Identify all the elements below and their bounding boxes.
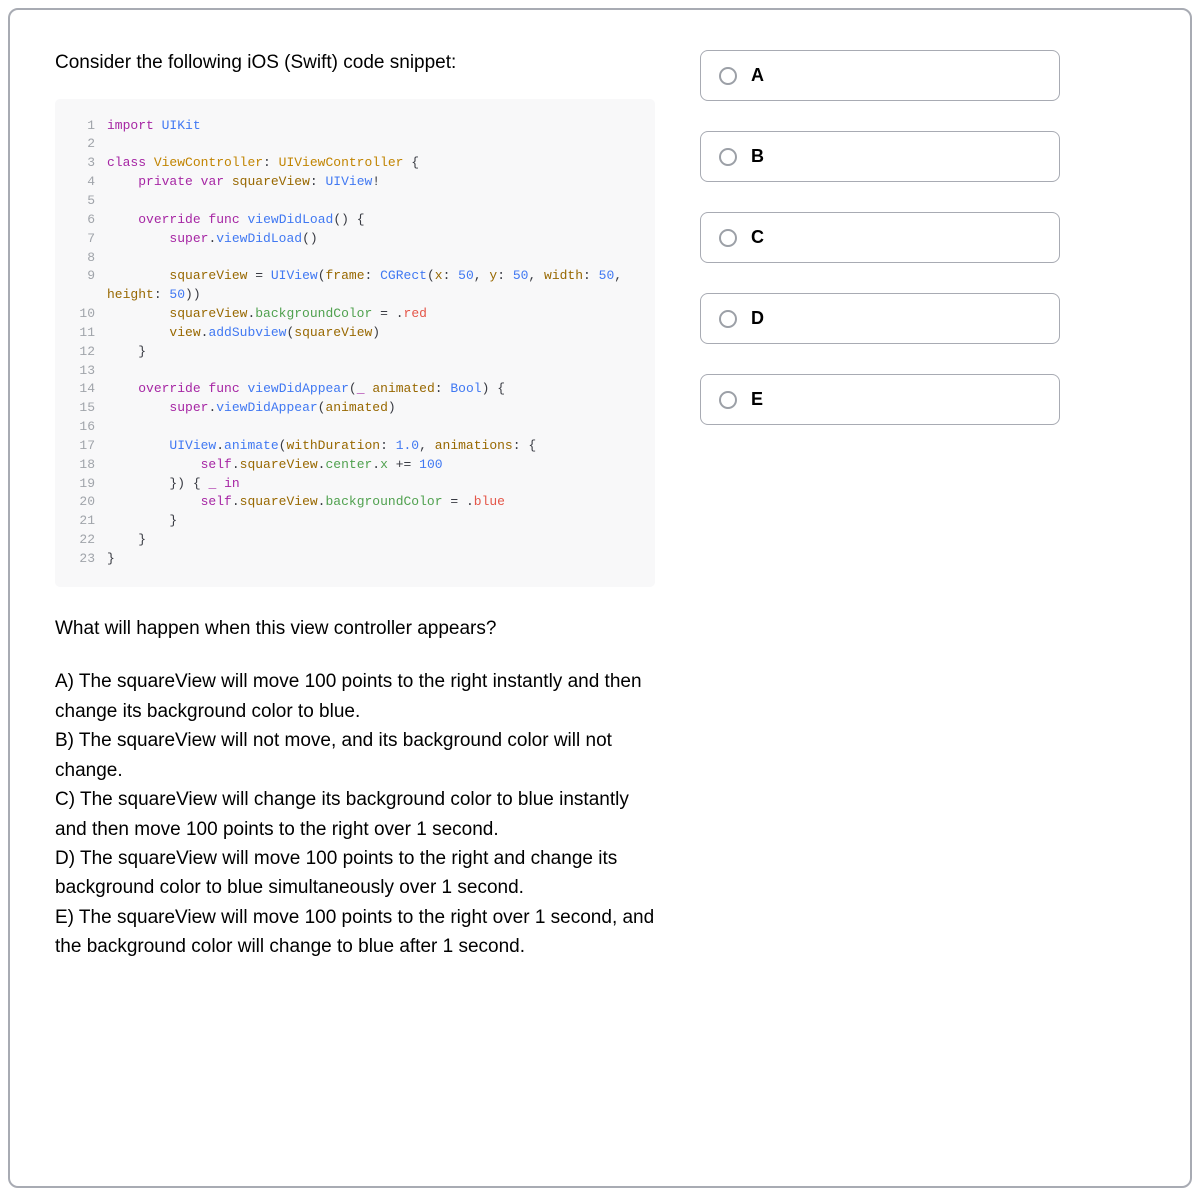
code-line: 20 self.squareView.backgroundColor = .bl…: [69, 493, 641, 512]
code-line: 13: [69, 362, 641, 381]
answer-choices-text: A) The squareView will move 100 points t…: [55, 667, 655, 961]
code-line: 22 }: [69, 531, 641, 550]
code-line: 8: [69, 249, 641, 268]
option-label: B: [751, 146, 764, 167]
code-line: 10 squareView.backgroundColor = .red: [69, 305, 641, 324]
code-line: 11 view.addSubview(squareView): [69, 324, 641, 343]
code-line: 23}: [69, 550, 641, 569]
line-number: 4: [69, 173, 95, 192]
code-line: 14 override func viewDidAppear(_ animate…: [69, 380, 641, 399]
code-content: override func viewDidLoad() {: [107, 211, 641, 230]
line-number: 2: [69, 135, 95, 154]
line-number: 22: [69, 531, 95, 550]
line-number: 3: [69, 154, 95, 173]
code-content: squareView = UIView(frame: CGRect(x: 50,…: [107, 267, 641, 305]
code-content: private var squareView: UIView!: [107, 173, 641, 192]
option-b-button[interactable]: B: [700, 131, 1060, 182]
line-number: 11: [69, 324, 95, 343]
code-content: }: [107, 550, 641, 569]
line-number: 9: [69, 267, 95, 286]
code-content: class ViewController: UIViewController {: [107, 154, 641, 173]
answer-e-text: E) The squareView will move 100 points t…: [55, 903, 655, 962]
radio-icon: [719, 67, 737, 85]
answer-d-text: D) The squareView will move 100 points t…: [55, 844, 655, 903]
question-prompt: Consider the following iOS (Swift) code …: [55, 50, 655, 77]
line-number: 7: [69, 230, 95, 249]
option-label: A: [751, 65, 764, 86]
code-content: override func viewDidAppear(_ animated: …: [107, 380, 641, 399]
line-number: 14: [69, 380, 95, 399]
question-card: Consider the following iOS (Swift) code …: [8, 8, 1192, 1188]
answer-a-text: A) The squareView will move 100 points t…: [55, 667, 655, 726]
options-column: A B C D E: [700, 50, 1060, 1146]
code-line: 19 }) { _ in: [69, 475, 641, 494]
code-line: 5: [69, 192, 641, 211]
code-content: super.viewDidAppear(animated): [107, 399, 641, 418]
code-line: 12 }: [69, 343, 641, 362]
line-number: 18: [69, 456, 95, 475]
code-line: 18 self.squareView.center.x += 100: [69, 456, 641, 475]
code-line: 9 squareView = UIView(frame: CGRect(x: 5…: [69, 267, 641, 305]
line-number: 23: [69, 550, 95, 569]
code-line: 7 super.viewDidLoad(): [69, 230, 641, 249]
radio-icon: [719, 310, 737, 328]
answer-b-text: B) The squareView will not move, and its…: [55, 726, 655, 785]
line-number: 17: [69, 437, 95, 456]
code-content: self.squareView.backgroundColor = .blue: [107, 493, 641, 512]
answer-c-text: C) The squareView will change its backgr…: [55, 785, 655, 844]
radio-icon: [719, 391, 737, 409]
code-content: }: [107, 512, 641, 531]
code-line: 17 UIView.animate(withDuration: 1.0, ani…: [69, 437, 641, 456]
code-content: }: [107, 343, 641, 362]
option-a-button[interactable]: A: [700, 50, 1060, 101]
option-e-button[interactable]: E: [700, 374, 1060, 425]
code-content: super.viewDidLoad(): [107, 230, 641, 249]
code-line: 6 override func viewDidLoad() {: [69, 211, 641, 230]
line-number: 20: [69, 493, 95, 512]
option-label: D: [751, 308, 764, 329]
code-line: 16: [69, 418, 641, 437]
option-label: E: [751, 389, 763, 410]
option-c-button[interactable]: C: [700, 212, 1060, 263]
code-content: view.addSubview(squareView): [107, 324, 641, 343]
code-content: UIView.animate(withDuration: 1.0, animat…: [107, 437, 641, 456]
line-number: 10: [69, 305, 95, 324]
radio-icon: [719, 148, 737, 166]
code-content: import UIKit: [107, 117, 641, 136]
line-number: 19: [69, 475, 95, 494]
question-text: What will happen when this view controll…: [55, 615, 655, 644]
line-number: 12: [69, 343, 95, 362]
code-content: self.squareView.center.x += 100: [107, 456, 641, 475]
code-line: 4 private var squareView: UIView!: [69, 173, 641, 192]
radio-icon: [719, 229, 737, 247]
code-content: }: [107, 531, 641, 550]
line-number: 5: [69, 192, 95, 211]
code-line: 15 super.viewDidAppear(animated): [69, 399, 641, 418]
option-label: C: [751, 227, 764, 248]
code-line: 3 class ViewController: UIViewController …: [69, 154, 641, 173]
line-number: 16: [69, 418, 95, 437]
code-block: 1 import UIKit 23 class ViewController: UIV…: [55, 99, 655, 587]
code-line: 1 import UIKit: [69, 117, 641, 136]
line-number: 21: [69, 512, 95, 531]
code-line: 21 }: [69, 512, 641, 531]
code-content: squareView.backgroundColor = .red: [107, 305, 641, 324]
code-content: }) { _ in: [107, 475, 641, 494]
line-number: 13: [69, 362, 95, 381]
line-number: 8: [69, 249, 95, 268]
line-number: 15: [69, 399, 95, 418]
line-number: 1: [69, 117, 95, 136]
line-number: 6: [69, 211, 95, 230]
option-d-button[interactable]: D: [700, 293, 1060, 344]
code-line: 2: [69, 135, 641, 154]
question-column: Consider the following iOS (Swift) code …: [55, 50, 655, 1146]
